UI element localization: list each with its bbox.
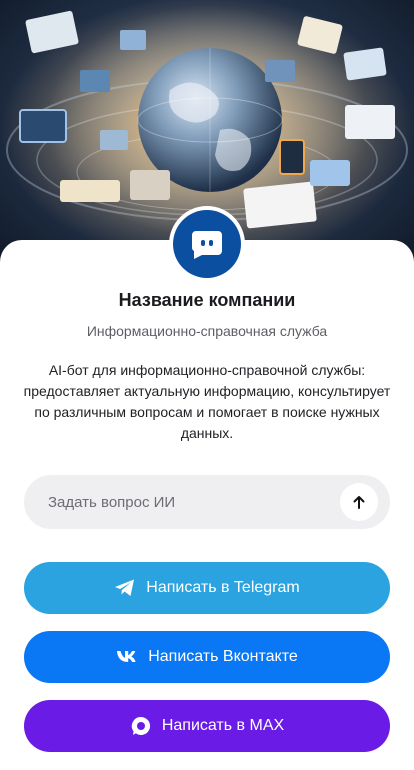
- company-name: Название компании: [118, 290, 296, 310]
- vk-button[interactable]: Написать Вконтакте: [24, 631, 390, 683]
- company-subtitle: Информационно-справочная служба: [86, 323, 328, 339]
- max-icon: [130, 715, 152, 737]
- max-button-label: Написать в MAX: [161, 717, 285, 734]
- avatar-circle: [173, 210, 241, 278]
- vk-button-label: Написать Вконтакте: [148, 648, 298, 665]
- telegram-button-label: Написать в Telegram: [146, 579, 300, 596]
- company-avatar: [169, 206, 245, 282]
- ask-ai-field: [24, 475, 390, 529]
- telegram-icon: [114, 578, 136, 598]
- ask-ai-input[interactable]: [48, 493, 340, 511]
- chat-bot-icon: [191, 231, 222, 259]
- arrow-up-icon: [353, 496, 365, 509]
- telegram-button[interactable]: Написать в Telegram: [24, 562, 390, 614]
- company-description: AI-бот для информационно-справочной служ…: [23, 362, 391, 441]
- send-button[interactable]: [340, 483, 378, 521]
- max-button[interactable]: Написать в MAX: [24, 700, 390, 752]
- vk-icon: [116, 650, 138, 664]
